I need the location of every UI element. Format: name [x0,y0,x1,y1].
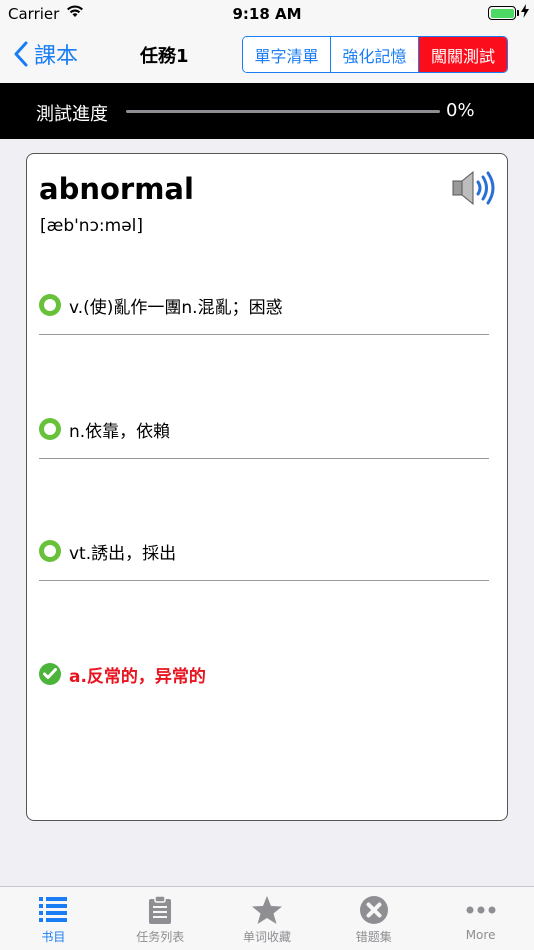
quiz-card: abnormal [æb'nɔ:məl] v.(使)亂作一團n.混亂；困惑 n.… [26,153,508,821]
back-button-label: 課本 [34,44,79,69]
x-circle-icon [359,896,388,924]
word-phonetic: [æb'nɔ:məl] [40,216,144,236]
tab-more[interactable]: More [427,887,534,950]
segment-reinforce-memory[interactable]: 強化記憶 [331,37,419,72]
speaker-icon[interactable] [451,168,499,212]
page-title: 任務1 [140,46,189,67]
tab-wrong-answers[interactable]: 错题集 [320,887,427,950]
radio-circle-icon [39,540,61,562]
test-progress-bar: 測試進度 0% [0,83,534,139]
tab-label: 单词收藏 [242,930,291,944]
progress-track [126,110,440,113]
answer-option-3[interactable]: vt.誘出，採出 [39,536,489,581]
tab-label: 错题集 [355,930,392,944]
answer-option-1[interactable]: v.(使)亂作一團n.混亂；困惑 [39,290,489,335]
tab-book-list[interactable]: 书目 [0,887,107,950]
clipboard-icon [149,895,172,924]
status-time: 9:18 AM [232,5,302,23]
star-icon [251,896,282,924]
option-divider [39,580,489,581]
status-bar: Carrier 9:18 AM [0,0,534,28]
radio-circle-icon [39,294,61,316]
answer-option-text-correct: a.反常的，异常的 [69,666,206,687]
tab-label: 任务列表 [136,930,185,944]
list-icon [39,897,68,922]
option-divider [39,334,489,335]
tab-bar: 书目 任务列表 单词收藏 错题集 More [0,886,534,950]
chevron-left-icon [14,41,28,67]
quiz-word: abnormal [39,172,194,206]
tab-label: 书目 [41,930,66,944]
answer-option-text: v.(使)亂作一團n.混亂；困惑 [69,297,283,318]
navigation-bar: 課本 任務1 單字清單 強化記憶 闖關測試 [0,28,534,83]
answer-option-text: n.依靠，依賴 [69,421,171,442]
more-icon [466,906,496,914]
tab-task-list[interactable]: 任务列表 [107,887,214,950]
battery-icon [488,6,516,20]
back-button[interactable]: 課本 [14,38,78,70]
progress-label: 測試進度 [36,104,108,125]
progress-percent: 0% [446,100,475,121]
answer-option-text: vt.誘出，採出 [69,543,177,564]
segment-level-test[interactable]: 闖關測試 [419,37,507,72]
battery-tip [517,10,519,16]
tab-label: More [465,928,496,942]
tab-word-favorites[interactable]: 单词收藏 [214,887,321,950]
mode-segmented-control: 單字清單 強化記憶 闖關測試 [242,36,508,73]
charging-icon [521,4,529,22]
answer-option-4[interactable]: a.反常的，异常的 [39,659,489,689]
option-divider [39,458,489,459]
segment-word-list[interactable]: 單字清單 [243,37,331,72]
radio-circle-icon [39,418,61,440]
checkmark-icon [39,663,61,685]
answer-option-2[interactable]: n.依靠，依賴 [39,414,489,459]
